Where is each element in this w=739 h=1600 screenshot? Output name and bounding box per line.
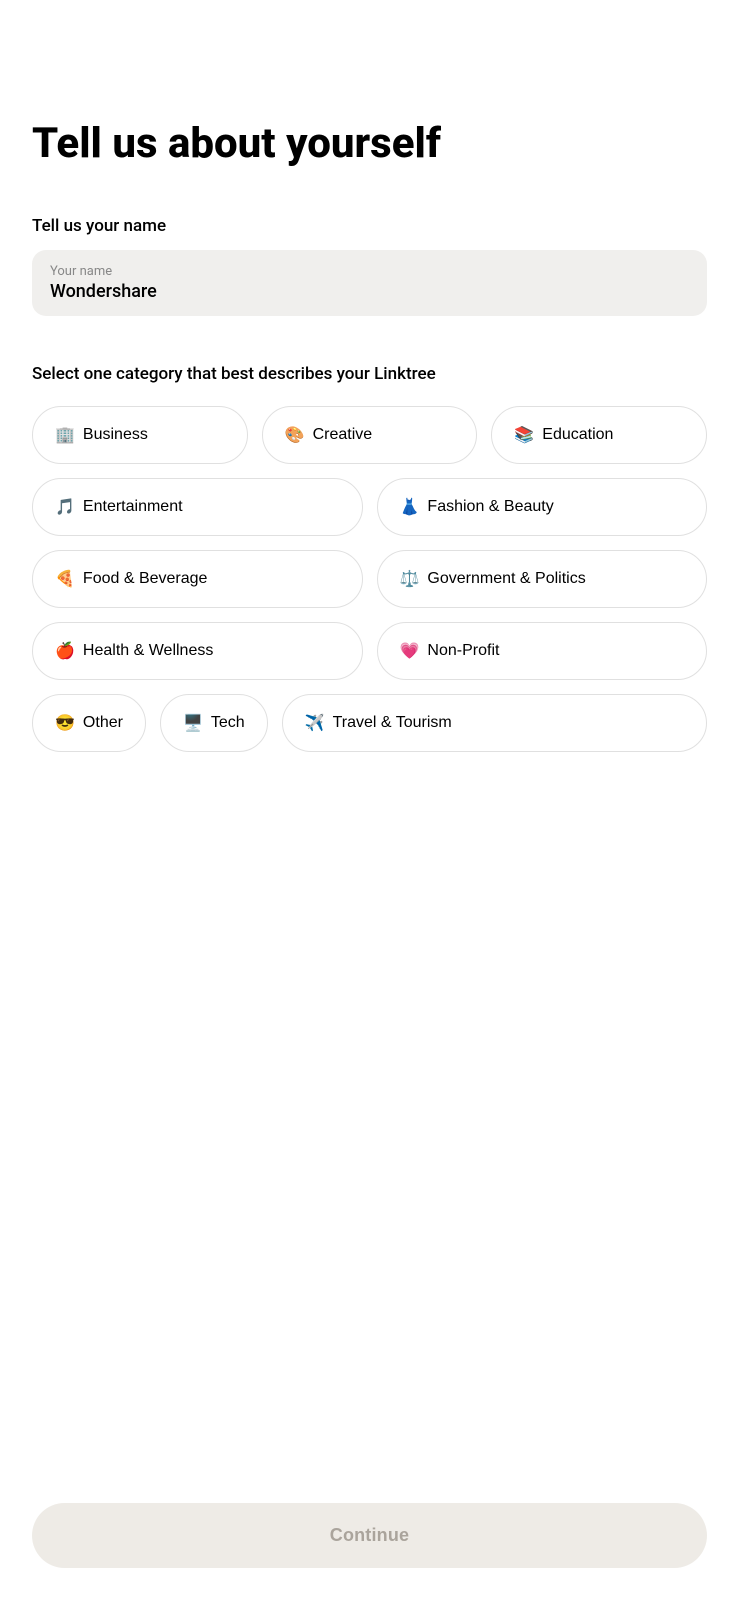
- category-row-5: 😎 Other 🖥️ Tech ✈️ Travel & Tourism: [32, 694, 707, 752]
- health-wellness-label: Health & Wellness: [83, 642, 213, 660]
- category-pill-non-profit[interactable]: 💗 Non-Profit: [377, 622, 708, 680]
- category-pill-government-politics[interactable]: ⚖️ Government & Politics: [377, 550, 708, 608]
- category-pill-tech[interactable]: 🖥️ Tech: [160, 694, 268, 752]
- government-politics-emoji: ⚖️: [400, 569, 420, 589]
- creative-emoji: 🎨: [285, 425, 305, 445]
- name-input-wrapper[interactable]: Your name Wondershare: [32, 250, 707, 316]
- continue-btn-container: Continue: [0, 1483, 739, 1600]
- entertainment-label: Entertainment: [83, 498, 183, 516]
- fashion-beauty-label: Fashion & Beauty: [427, 498, 553, 516]
- other-label: Other: [83, 714, 123, 732]
- food-beverage-label: Food & Beverage: [83, 570, 208, 588]
- non-profit-emoji: 💗: [400, 641, 420, 661]
- category-row-1: 🏢 Business 🎨 Creative 📚 Education: [32, 406, 707, 464]
- category-pill-food-beverage[interactable]: 🍕 Food & Beverage: [32, 550, 363, 608]
- fashion-beauty-emoji: 👗: [400, 497, 420, 517]
- category-pill-education[interactable]: 📚 Education: [491, 406, 707, 464]
- category-row-2: 🎵 Entertainment 👗 Fashion & Beauty: [32, 478, 707, 536]
- category-pill-travel-tourism[interactable]: ✈️ Travel & Tourism: [282, 694, 707, 752]
- travel-tourism-label: Travel & Tourism: [333, 714, 452, 732]
- education-emoji: 📚: [514, 425, 534, 445]
- tech-label: Tech: [211, 714, 245, 732]
- business-label: Business: [83, 426, 148, 444]
- tech-emoji: 🖥️: [183, 713, 203, 733]
- category-pill-other[interactable]: 😎 Other: [32, 694, 146, 752]
- creative-label: Creative: [313, 426, 373, 444]
- name-input-label: Your name: [50, 264, 689, 279]
- name-section-label: Tell us your name: [32, 216, 707, 236]
- page-title: Tell us about yourself: [32, 120, 707, 168]
- continue-button[interactable]: Continue: [32, 1503, 707, 1568]
- travel-tourism-emoji: ✈️: [305, 713, 325, 733]
- entertainment-emoji: 🎵: [55, 497, 75, 517]
- government-politics-label: Government & Politics: [427, 570, 585, 588]
- non-profit-label: Non-Profit: [427, 642, 499, 660]
- health-wellness-emoji: 🍎: [55, 641, 75, 661]
- category-pill-business[interactable]: 🏢 Business: [32, 406, 248, 464]
- category-pill-creative[interactable]: 🎨 Creative: [262, 406, 478, 464]
- categories-grid: 🏢 Business 🎨 Creative 📚 Education 🎵 Ente…: [32, 406, 707, 752]
- page-container: Tell us about yourself Tell us your name…: [0, 0, 739, 872]
- business-emoji: 🏢: [55, 425, 75, 445]
- category-row-3: 🍕 Food & Beverage ⚖️ Government & Politi…: [32, 550, 707, 608]
- category-section-label: Select one category that best describes …: [32, 364, 707, 384]
- category-pill-health-wellness[interactable]: 🍎 Health & Wellness: [32, 622, 363, 680]
- other-emoji: 😎: [55, 713, 75, 733]
- food-beverage-emoji: 🍕: [55, 569, 75, 589]
- education-label: Education: [542, 426, 613, 444]
- category-pill-entertainment[interactable]: 🎵 Entertainment: [32, 478, 363, 536]
- name-input-value: Wondershare: [50, 281, 689, 302]
- category-row-4: 🍎 Health & Wellness 💗 Non-Profit: [32, 622, 707, 680]
- category-pill-fashion-beauty[interactable]: 👗 Fashion & Beauty: [377, 478, 708, 536]
